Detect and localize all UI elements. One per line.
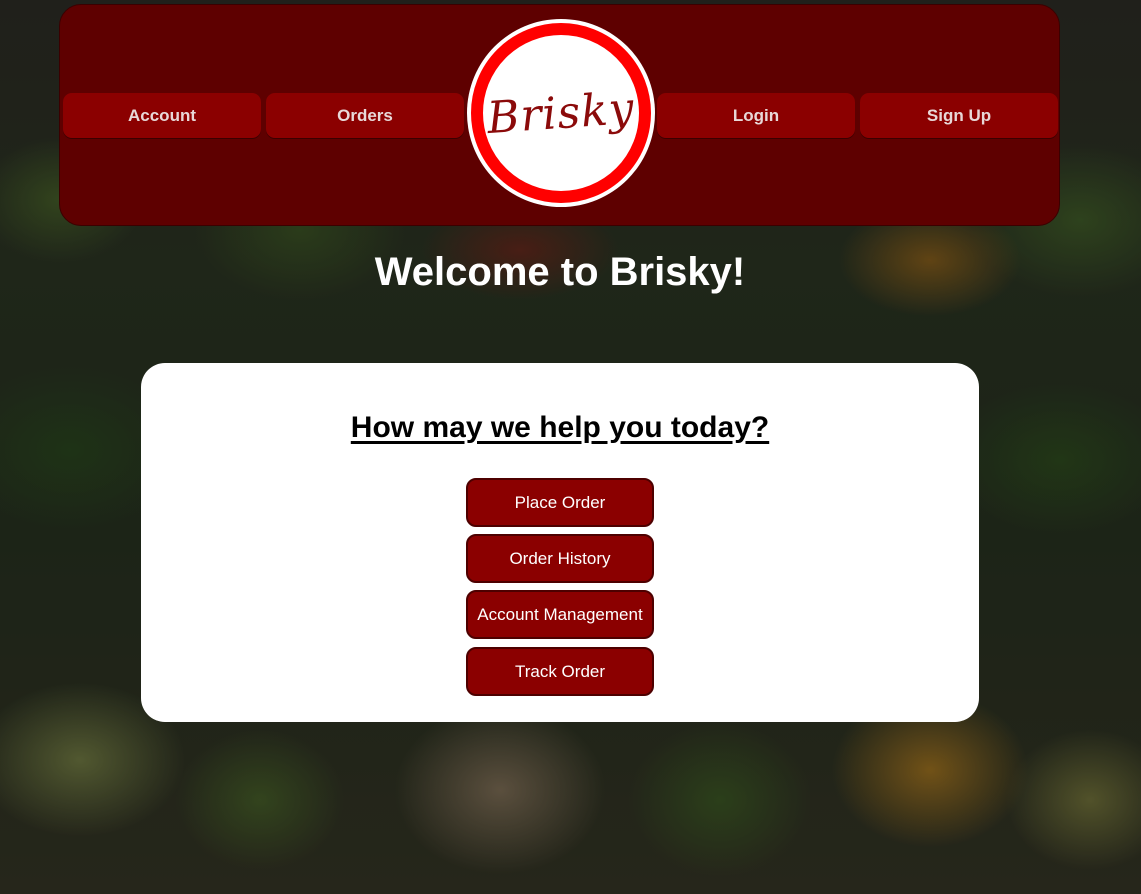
help-card-title: How may we help you today? xyxy=(350,411,770,444)
nav-login-button[interactable]: Login xyxy=(657,93,855,138)
logo-text: Brisky xyxy=(485,82,637,144)
place-order-button[interactable]: Place Order xyxy=(466,478,654,527)
nav-account-button[interactable]: Account xyxy=(63,93,261,138)
account-management-button[interactable]: Account Management xyxy=(466,590,654,639)
brisky-logo-icon[interactable]: Brisky xyxy=(467,19,655,207)
navbar: Account Orders Brisky Login Sign Up xyxy=(59,4,1060,226)
help-card: How may we help you today? Place Order O… xyxy=(141,363,979,722)
nav-signup-button[interactable]: Sign Up xyxy=(860,93,1058,138)
logo-ring: Brisky xyxy=(471,23,651,203)
track-order-button[interactable]: Track Order xyxy=(466,647,654,696)
order-history-button[interactable]: Order History xyxy=(466,534,654,583)
nav-orders-button[interactable]: Orders xyxy=(266,93,464,138)
welcome-heading: Welcome to Brisky! xyxy=(374,250,746,294)
